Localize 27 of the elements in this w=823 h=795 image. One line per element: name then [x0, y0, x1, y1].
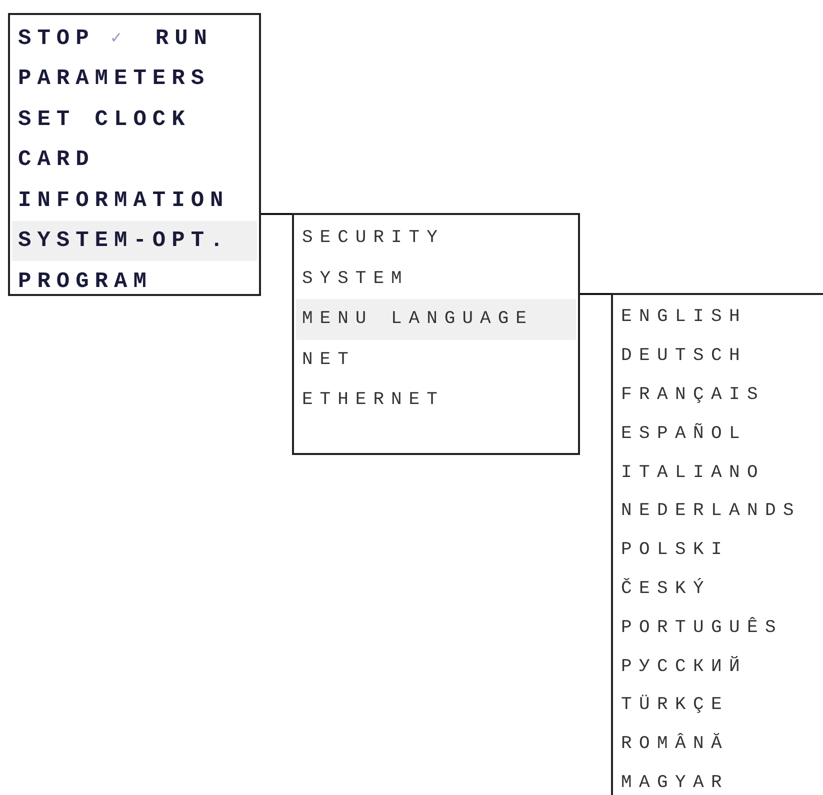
- menu-item[interactable]: CARD: [12, 140, 257, 180]
- menu-item[interactable]: PROGRAM: [12, 261, 257, 294]
- menu-item[interactable]: MAGYAR: [615, 764, 821, 795]
- menu-option[interactable]: RUN: [155, 26, 214, 51]
- menu-item[interactable]: ROMÂNĂ: [615, 724, 821, 764]
- menu-item[interactable]: ESPAÑOL: [615, 414, 821, 454]
- menu-item[interactable]: РУССКИЙ: [615, 647, 821, 686]
- menu-item[interactable]: INFORMATION: [12, 180, 257, 220]
- menu-item[interactable]: ENGLISH: [615, 298, 821, 337]
- menu-item[interactable]: MENU LANGUAGE: [296, 299, 576, 340]
- menu-item[interactable]: TÜRKÇE: [615, 686, 821, 725]
- menu-item[interactable]: DEUTSCH: [615, 336, 821, 376]
- menu-item[interactable]: ETHERNET: [296, 380, 576, 420]
- menu-item[interactable]: FRANÇAIS: [615, 376, 821, 414]
- menu-item[interactable]: SYSTEM: [296, 258, 576, 299]
- check-mark: ✓: [110, 28, 122, 49]
- menu-item[interactable]: ČESKÝ: [615, 570, 821, 608]
- menu-item[interactable]: ITALIANO: [615, 453, 821, 492]
- menu-item[interactable]: SECURITY: [296, 218, 576, 258]
- menu-item[interactable]: PORTUGUÊS: [615, 608, 821, 648]
- menu-item[interactable]: PARAMETERS: [12, 58, 257, 99]
- menu-item[interactable]: SYSTEM-OPT.: [12, 220, 257, 261]
- menu-item[interactable]: NET: [296, 340, 576, 380]
- menu-item[interactable]: SET CLOCK: [12, 99, 257, 140]
- menu-option[interactable]: STOP: [18, 26, 95, 51]
- menu-item[interactable]: POLSKI: [615, 530, 821, 570]
- menu-item[interactable]: NEDERLANDS: [615, 492, 821, 531]
